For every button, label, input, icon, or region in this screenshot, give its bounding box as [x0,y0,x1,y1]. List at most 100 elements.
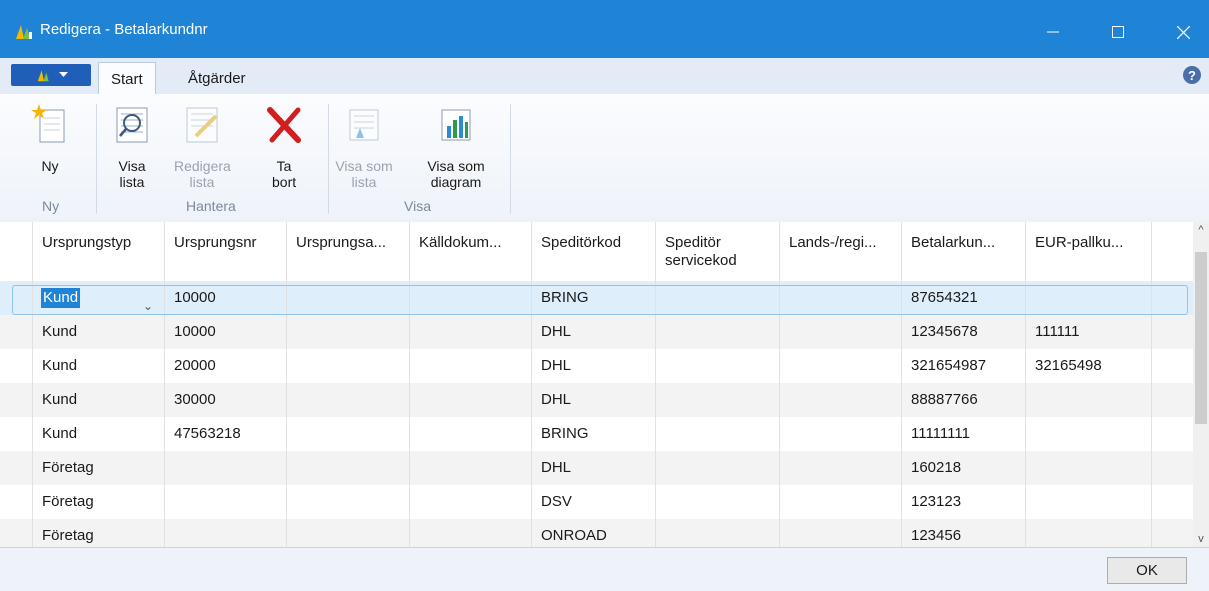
close-button[interactable] [1160,14,1206,50]
edit-list-button[interactable]: Redigera lista [170,94,234,194]
scrollbar-thumb[interactable] [1195,252,1207,424]
column-header[interactable]: Ursprungstyp [33,222,165,281]
table-cell[interactable] [410,383,532,417]
table-cell[interactable]: Företag [33,451,165,485]
scroll-up-icon[interactable]: ^ [1193,222,1209,238]
column-header[interactable]: EUR-pallku... [1026,222,1152,281]
table-cell[interactable] [656,349,780,383]
table-cell[interactable]: 87654321 [902,281,1026,315]
table-cell[interactable]: 32165498 [1026,349,1152,383]
table-cell[interactable]: ONROAD [532,519,656,547]
table-cell[interactable] [656,417,780,451]
table-cell[interactable]: 10000 [165,281,287,315]
table-cell[interactable]: 88887766 [902,383,1026,417]
ursprungstyp-select[interactable]: Kund ⌄ [41,287,157,313]
table-cell[interactable] [780,315,902,349]
table-cell[interactable]: Kund [33,315,165,349]
table-cell[interactable] [656,281,780,315]
row-indicator[interactable] [0,315,33,349]
table-cell[interactable] [287,315,410,349]
table-cell[interactable] [287,349,410,383]
table-cell[interactable] [780,519,902,547]
maximize-button[interactable] [1095,14,1141,50]
delete-button[interactable]: Ta bort [258,94,310,194]
table-cell[interactable] [1026,281,1152,315]
table-cell[interactable] [780,349,902,383]
table-cell[interactable] [656,451,780,485]
table-cell[interactable] [656,485,780,519]
table-cell[interactable]: DHL [532,451,656,485]
table-cell[interactable] [410,485,532,519]
row-indicator[interactable] [0,383,33,417]
table-cell[interactable] [656,383,780,417]
row-indicator[interactable] [0,281,33,315]
row-indicator[interactable] [0,451,33,485]
minimize-button[interactable] [1030,14,1076,50]
table-cell[interactable]: Kund [33,383,165,417]
table-cell[interactable] [1026,417,1152,451]
table-cell[interactable] [287,281,410,315]
table-cell[interactable] [780,451,902,485]
table-cell[interactable] [1026,485,1152,519]
table-cell[interactable] [410,281,532,315]
column-header[interactable]: Betalarkun... [902,222,1026,281]
table-cell[interactable]: 12345678 [902,315,1026,349]
column-header[interactable]: Speditör servicekod [656,222,780,281]
table-cell[interactable]: DHL [532,315,656,349]
app-menu-button[interactable] [11,64,91,86]
view-as-chart-button[interactable]: Visa som diagram [420,94,492,194]
table-cell[interactable] [1026,451,1152,485]
new-button[interactable]: Ny [20,94,80,194]
table-cell[interactable]: 47563218 [165,417,287,451]
table-cell[interactable]: 123456 [902,519,1026,547]
ok-button[interactable]: OK [1107,557,1187,584]
table-cell[interactable] [780,485,902,519]
table-cell[interactable] [287,485,410,519]
table-cell[interactable]: 11111111 [902,417,1026,451]
table-cell[interactable] [165,451,287,485]
table-cell[interactable] [780,281,902,315]
table-cell[interactable]: 160218 [902,451,1026,485]
table-cell[interactable]: Företag [33,485,165,519]
table-cell[interactable] [656,315,780,349]
table-row[interactable]: Kund 10000 DHL 12345678 111111 [0,315,1193,349]
table-cell[interactable]: 10000 [165,315,287,349]
table-cell[interactable]: BRING [532,417,656,451]
show-list-button[interactable]: Visa lista [104,94,160,194]
scroll-down-icon[interactable]: v [1193,531,1209,547]
view-as-list-button[interactable]: Visa som lista [332,94,396,194]
table-cell[interactable]: 30000 [165,383,287,417]
table-cell[interactable]: Företag [33,519,165,547]
table-row[interactable]: Kund 47563218 BRING 11111111 [0,417,1193,451]
row-indicator[interactable] [0,519,33,547]
table-cell[interactable] [410,519,532,547]
column-header[interactable]: Ursprungsnr [165,222,287,281]
table-cell[interactable] [165,519,287,547]
row-indicator[interactable] [0,349,33,383]
table-cell[interactable]: DHL [532,383,656,417]
table-cell[interactable]: 123123 [902,485,1026,519]
table-cell[interactable] [780,383,902,417]
table-row[interactable]: Företag DHL 160218 [0,451,1193,485]
table-cell[interactable] [410,315,532,349]
table-row[interactable]: Företag DSV 123123 [0,485,1193,519]
column-header[interactable]: Lands-/regi... [780,222,902,281]
tab-atgarder[interactable]: Åtgärder [176,62,258,94]
chevron-down-icon[interactable]: ⌄ [143,289,153,315]
table-cell[interactable] [410,417,532,451]
table-row[interactable]: Kund 20000 DHL 321654987 32165498 [0,349,1193,383]
table-cell[interactable] [287,451,410,485]
column-header[interactable]: Ursprungsa... [287,222,410,281]
table-cell[interactable] [165,485,287,519]
table-cell[interactable]: Kund [33,349,165,383]
table-cell[interactable] [1026,519,1152,547]
table-cell[interactable] [287,383,410,417]
table-row[interactable]: Kund ⌄ 10000 BRING 87654321 [0,281,1193,315]
table-cell[interactable] [287,417,410,451]
table-cell[interactable] [287,519,410,547]
table-cell[interactable] [656,519,780,547]
table-cell[interactable]: 111111 [1026,315,1152,349]
table-cell[interactable] [410,349,532,383]
table-cell[interactable]: DHL [532,349,656,383]
table-cell[interactable] [780,417,902,451]
